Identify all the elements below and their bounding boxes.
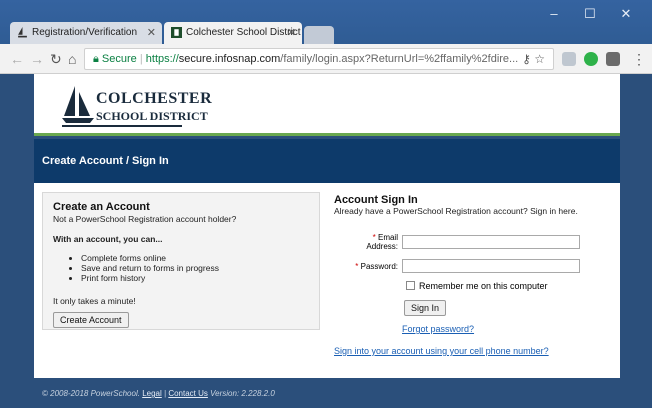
create-account-panel: Create an Account Not a PowerSchool Regi…	[42, 192, 320, 330]
create-account-button[interactable]: Create Account	[53, 312, 129, 328]
page-viewport: COLCHESTER SCHOOL DISTRICT Create Accoun…	[12, 74, 640, 408]
forward-arrow-icon[interactable]: →	[30, 51, 44, 67]
page-title: Create Account / Sign In	[42, 155, 169, 167]
version-text: Version: 2.228.2.0	[210, 389, 275, 398]
sign-in-button[interactable]: Sign In	[404, 300, 447, 316]
list-item: Complete forms online	[81, 253, 309, 263]
tab-strip: Registration/Verification ✕ Colchester S…	[0, 0, 652, 44]
maximize-button[interactable]: ☐	[572, 6, 608, 22]
tab-label: Colchester School District	[186, 27, 301, 38]
sign-in-panel: Account Sign In Already have a PowerScho…	[334, 194, 620, 216]
footer: © 2008-2018 PowerSchool. Legal | Contact…	[34, 378, 620, 408]
logo-line2: SCHOOL DISTRICT	[96, 109, 208, 123]
close-window-button[interactable]: ✕	[608, 6, 644, 22]
with-account-label: With an account, you can...	[53, 234, 163, 244]
lock-icon: 🔒︎	[93, 53, 99, 65]
url-host: secure.infosnap.com	[178, 53, 281, 65]
browser-toolbar: ← → ↻ ⌂ 🔒︎ Secure | https://secure.infos…	[0, 44, 652, 74]
list-item: Save and return to forms in progress	[81, 263, 309, 273]
remember-checkbox[interactable]	[406, 281, 415, 290]
extension-icon[interactable]	[606, 52, 620, 66]
copyright: © 2008-2018 PowerSchool.	[42, 389, 140, 398]
password-row: * Password:	[334, 257, 620, 275]
password-label: * Password:	[355, 262, 398, 271]
secure-label: Secure	[101, 53, 137, 65]
phone-sign-in-link[interactable]: Sign into your account using your cell p…	[334, 346, 549, 356]
email-row: * Email Address:	[334, 233, 620, 253]
sailboat-favicon-icon	[18, 27, 27, 38]
signin-heading: Account Sign In	[334, 194, 418, 206]
benefits-list: Complete forms online Save and return to…	[81, 253, 309, 283]
menu-icon[interactable]: ⋮	[632, 51, 646, 68]
key-icon[interactable]: ⚷	[522, 52, 531, 66]
title-band: Create Account / Sign In	[34, 139, 620, 183]
window-controls: – ☐ ✕	[536, 6, 644, 22]
tab-label: Registration/Verification	[32, 27, 138, 38]
forgot-password-link[interactable]: Forgot password?	[402, 324, 474, 334]
tab-close-icon[interactable]: ✕	[147, 26, 156, 39]
minimize-button[interactable]: –	[536, 6, 572, 21]
contact-us-link[interactable]: Contact Us	[168, 389, 208, 398]
page-favicon-icon	[171, 27, 182, 38]
url-path: /family/login.aspx?ReturnUrl=%2ffamily%2…	[280, 53, 519, 65]
back-arrow-icon[interactable]: ←	[10, 51, 24, 67]
new-tab-button[interactable]	[304, 26, 334, 44]
grammarly-extension-icon[interactable]	[584, 52, 598, 66]
minute-note: It only takes a minute!	[53, 296, 136, 306]
create-heading: Create an Account	[53, 201, 150, 213]
logo-line1: COLCHESTER	[96, 90, 213, 107]
browser-window: Registration/Verification ✕ Colchester S…	[0, 0, 652, 408]
reload-icon[interactable]: ↻	[50, 51, 62, 68]
tab-close-icon[interactable]: ✕	[287, 26, 296, 39]
list-item: Print form history	[81, 273, 309, 283]
tab-colchester[interactable]: Colchester School District ✕	[164, 22, 302, 44]
tab-registration[interactable]: Registration/Verification ✕	[10, 22, 162, 44]
address-bar[interactable]: 🔒︎ Secure | https://secure.infosnap.com/…	[84, 48, 554, 70]
home-icon[interactable]: ⌂	[68, 51, 76, 67]
create-subheading: Not a PowerSchool Registration account h…	[53, 214, 237, 224]
remember-label: Remember me on this computer	[419, 281, 548, 291]
extension-icon[interactable]	[562, 52, 576, 66]
legal-link[interactable]: Legal	[142, 389, 162, 398]
bookmark-star-icon[interactable]: ☆	[534, 52, 545, 66]
password-field[interactable]	[402, 259, 580, 273]
url-scheme: https://	[145, 53, 179, 65]
signin-subheading: Already have a PowerSchool Registration …	[334, 206, 578, 216]
email-label: * Email Address:	[366, 233, 398, 251]
email-field[interactable]	[402, 235, 580, 249]
site-header: COLCHESTER SCHOOL DISTRICT	[34, 74, 620, 136]
main-content: Create an Account Not a PowerSchool Regi…	[34, 183, 620, 378]
